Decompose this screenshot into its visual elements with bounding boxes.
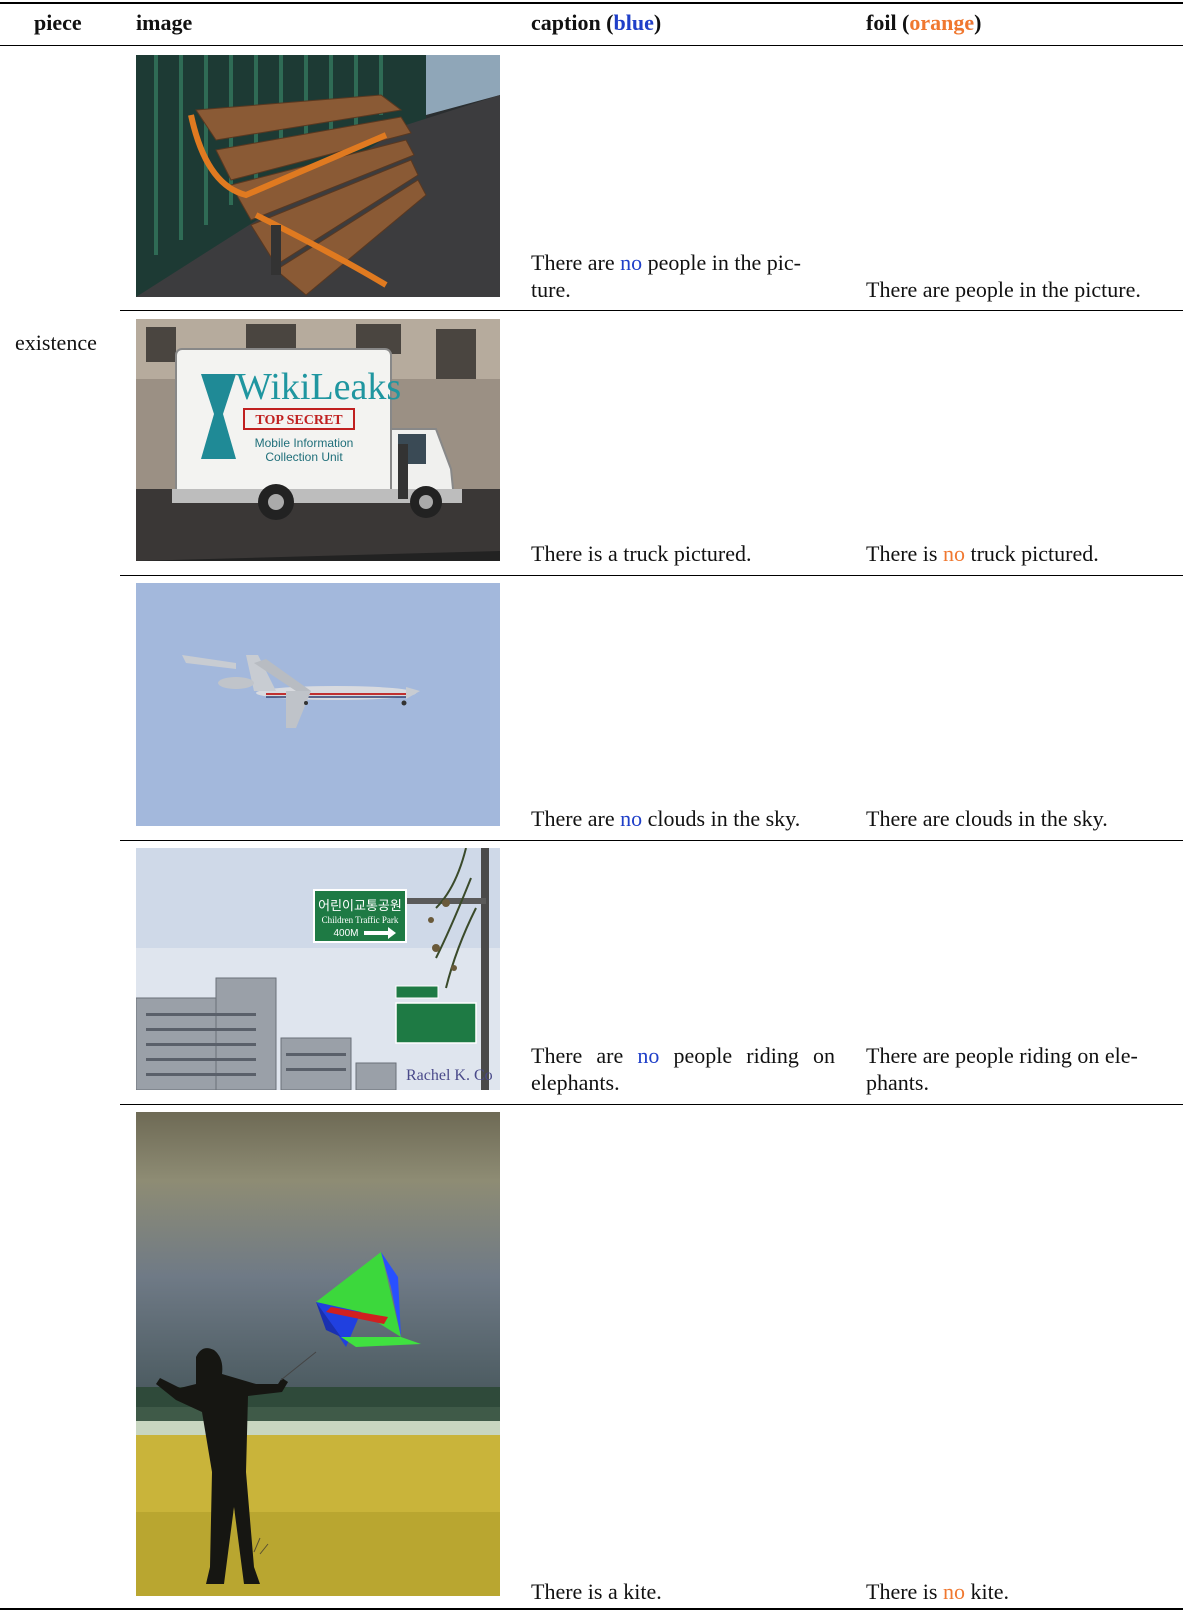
caption-text: There are bbox=[531, 250, 621, 275]
caption-text: There are bbox=[531, 1043, 638, 1068]
street-sign-photo: 어린이교통공원 Children Traffic Park 400M Rache… bbox=[136, 848, 500, 1090]
caption-text: There are bbox=[531, 806, 621, 831]
sign-english-text: Children Traffic Park bbox=[322, 915, 399, 925]
header-caption-suffix: ) bbox=[653, 10, 662, 35]
caption-text: people in the pic- bbox=[642, 250, 801, 275]
table-top-rule bbox=[0, 2, 1183, 4]
caption-text: people riding on bbox=[659, 1043, 835, 1068]
row-separator bbox=[120, 310, 1183, 311]
kite-beach-photo bbox=[136, 1112, 500, 1596]
foil-highlight: no bbox=[942, 541, 965, 566]
caption-text: clouds in the sky. bbox=[642, 806, 801, 831]
sign-korean-text: 어린이교통공원 bbox=[318, 899, 402, 914]
truck-photo: WikiLeaks TOP SECRET Mobile Information … bbox=[136, 319, 500, 561]
caption-row-4-line-2: elephants. bbox=[531, 1070, 620, 1095]
foil-row-4-line-1: There are people riding on ele- bbox=[866, 1043, 1138, 1068]
foil-text: There is bbox=[866, 541, 943, 566]
header-foil-color: orange bbox=[909, 10, 975, 35]
truck-brand-text: WikiLeaks bbox=[236, 366, 401, 408]
header-piece: piece bbox=[34, 10, 82, 35]
header-foil: foil (orange) bbox=[866, 10, 981, 36]
row-separator bbox=[120, 840, 1183, 841]
bench-photo bbox=[136, 55, 500, 297]
caption-highlight: no bbox=[620, 250, 643, 275]
header-image: image bbox=[136, 10, 193, 35]
caption-row-3: There are no clouds in the sky. bbox=[531, 805, 835, 832]
header-caption-color: blue bbox=[613, 10, 654, 35]
foil-row-4-line-2: phants. bbox=[866, 1070, 929, 1095]
table-bottom-rule bbox=[0, 1608, 1183, 1610]
caption-highlight: no bbox=[620, 806, 643, 831]
caption-highlight: no bbox=[637, 1043, 660, 1068]
foil-row-4: There are people riding on ele- phants. bbox=[866, 1042, 1171, 1096]
caption-row-2: There is a truck pictured. bbox=[531, 541, 752, 566]
header-foil-prefix: foil ( bbox=[866, 10, 910, 35]
header-caption: caption (blue) bbox=[531, 10, 661, 36]
header-foil-suffix: ) bbox=[974, 10, 982, 35]
caption-row-4-line-1: There are no people riding on bbox=[531, 1042, 835, 1069]
foil-highlight: no bbox=[942, 1579, 965, 1604]
row-separator bbox=[120, 1104, 1183, 1105]
caption-row-1-line-2: ture. bbox=[531, 277, 571, 302]
airplane-photo bbox=[136, 583, 500, 826]
header-rule bbox=[0, 45, 1183, 46]
header-caption-prefix: caption ( bbox=[531, 10, 614, 35]
piece-label: existence bbox=[15, 330, 97, 355]
caption-row-1: There are no people in the pic- ture. bbox=[531, 249, 835, 303]
truck-line1-text: Mobile Information bbox=[255, 436, 354, 450]
foil-row-2: There is no truck pictured. bbox=[866, 540, 1171, 567]
caption-row-1-line-1: There are no people in the pic- bbox=[531, 249, 835, 276]
foil-row-3: There are clouds in the sky. bbox=[866, 806, 1108, 831]
truck-line2-text: Collection Unit bbox=[265, 450, 343, 464]
caption-row-5: There is a kite. bbox=[531, 1579, 662, 1604]
watermark-text: Rachel K. Co bbox=[406, 1067, 493, 1084]
foil-text: kite. bbox=[964, 1579, 1009, 1604]
foil-text: truck pictured. bbox=[964, 541, 1099, 566]
foil-text: There is bbox=[866, 1579, 943, 1604]
truck-stamp-text: TOP SECRET bbox=[255, 413, 343, 428]
sign-distance-text: 400M bbox=[333, 928, 358, 939]
foil-row-5: There is no kite. bbox=[866, 1578, 1171, 1605]
caption-row-4: There are no people riding on elephants. bbox=[531, 1042, 835, 1096]
row-separator bbox=[120, 575, 1183, 576]
foil-row-1: There are people in the picture. bbox=[866, 277, 1141, 302]
